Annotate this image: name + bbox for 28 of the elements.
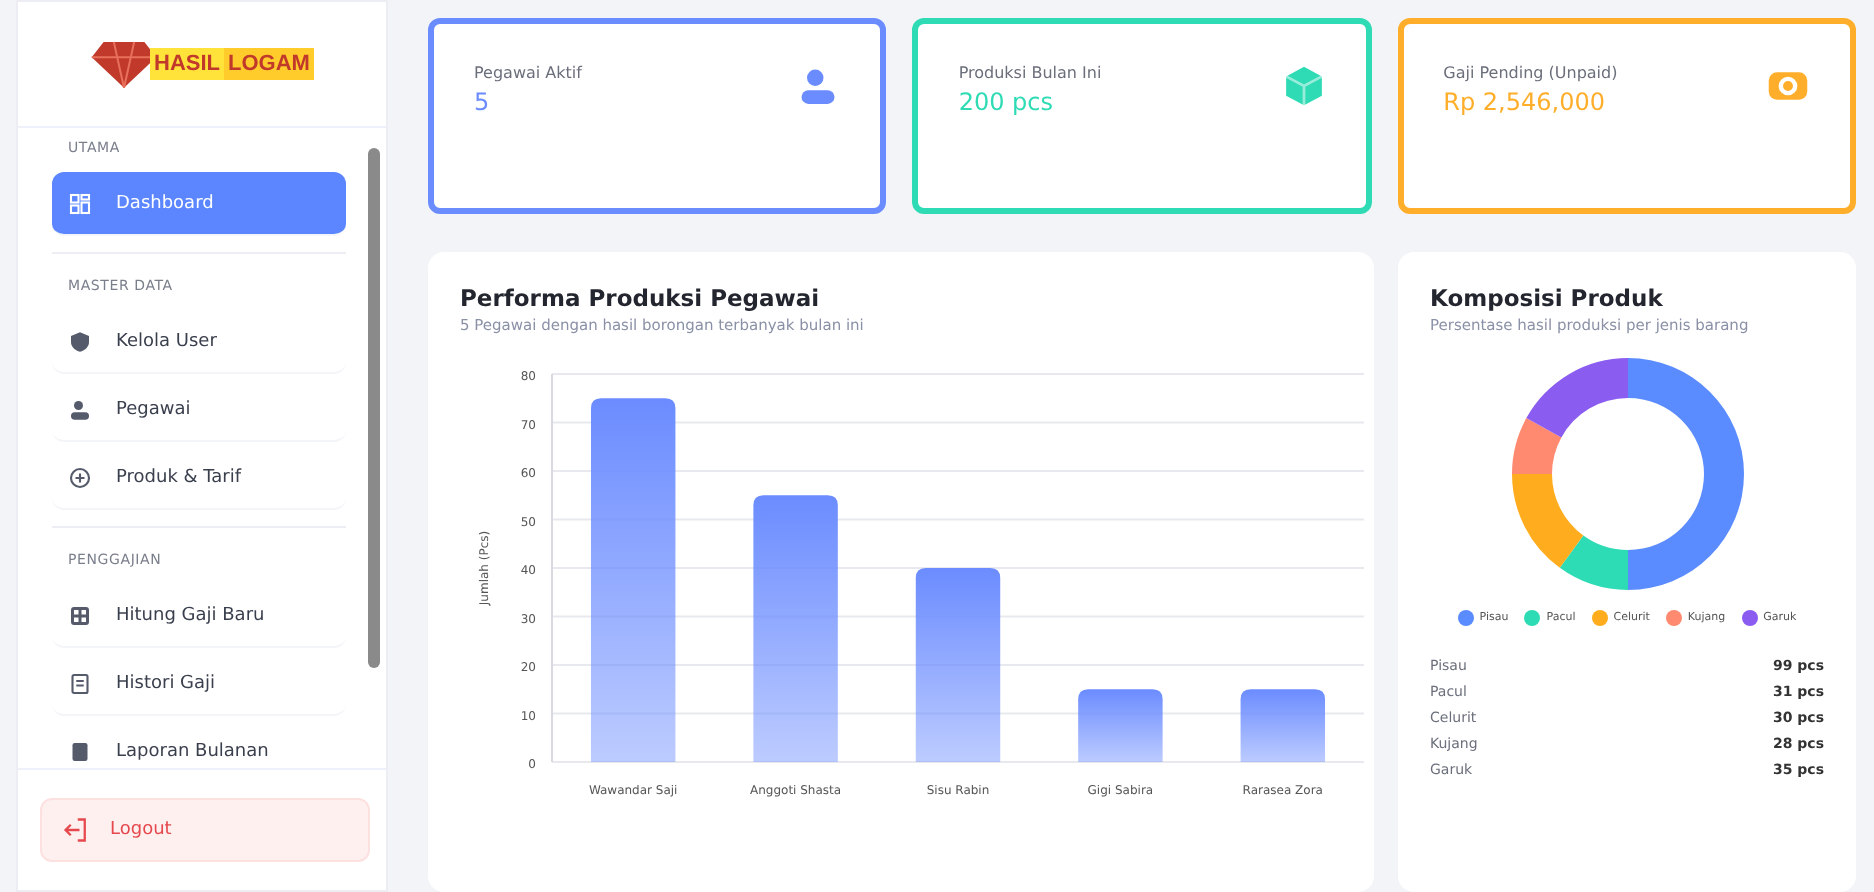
stat-value: Rp 2,546,000 (1443, 88, 1607, 116)
shield-icon (68, 329, 92, 353)
cube-icon (1281, 64, 1326, 108)
stat-label: Produksi Bulan Ini (958, 64, 1102, 82)
stat-label: Pegawai Aktif (474, 64, 582, 82)
nav-item[interactable]: Pegawai (52, 378, 346, 442)
nav-item[interactable]: Histori Gaji (52, 652, 346, 716)
logo-text: LOGAM (224, 48, 314, 80)
calculator-icon (68, 603, 92, 627)
bar (1240, 689, 1325, 762)
bar (1078, 689, 1163, 762)
chart-title: Komposisi Produk (1430, 284, 1665, 312)
nav-item[interactable]: Hitung Gaji Baru (52, 584, 346, 648)
nav-item[interactable]: Laporan Bulanan (52, 720, 346, 768)
stat-label: Gaji Pending (Unpaid) (1443, 64, 1618, 82)
logout-icon (62, 816, 90, 844)
nav-item[interactable]: Produk & Tarif (52, 446, 346, 510)
user-icon (68, 397, 92, 421)
document-icon (68, 671, 92, 695)
chart-title: Performa Produksi Pegawai (460, 284, 822, 312)
grid-icon (68, 191, 92, 215)
logout-button[interactable]: Logout (40, 798, 370, 862)
tag-icon (68, 465, 92, 489)
stat-value: 5 (474, 88, 492, 116)
stat-value: 200 pcs (958, 88, 1056, 116)
report-icon (68, 739, 92, 763)
nav-item[interactable]: Kelola User (52, 310, 346, 374)
logo-text: HASIL (150, 48, 225, 80)
